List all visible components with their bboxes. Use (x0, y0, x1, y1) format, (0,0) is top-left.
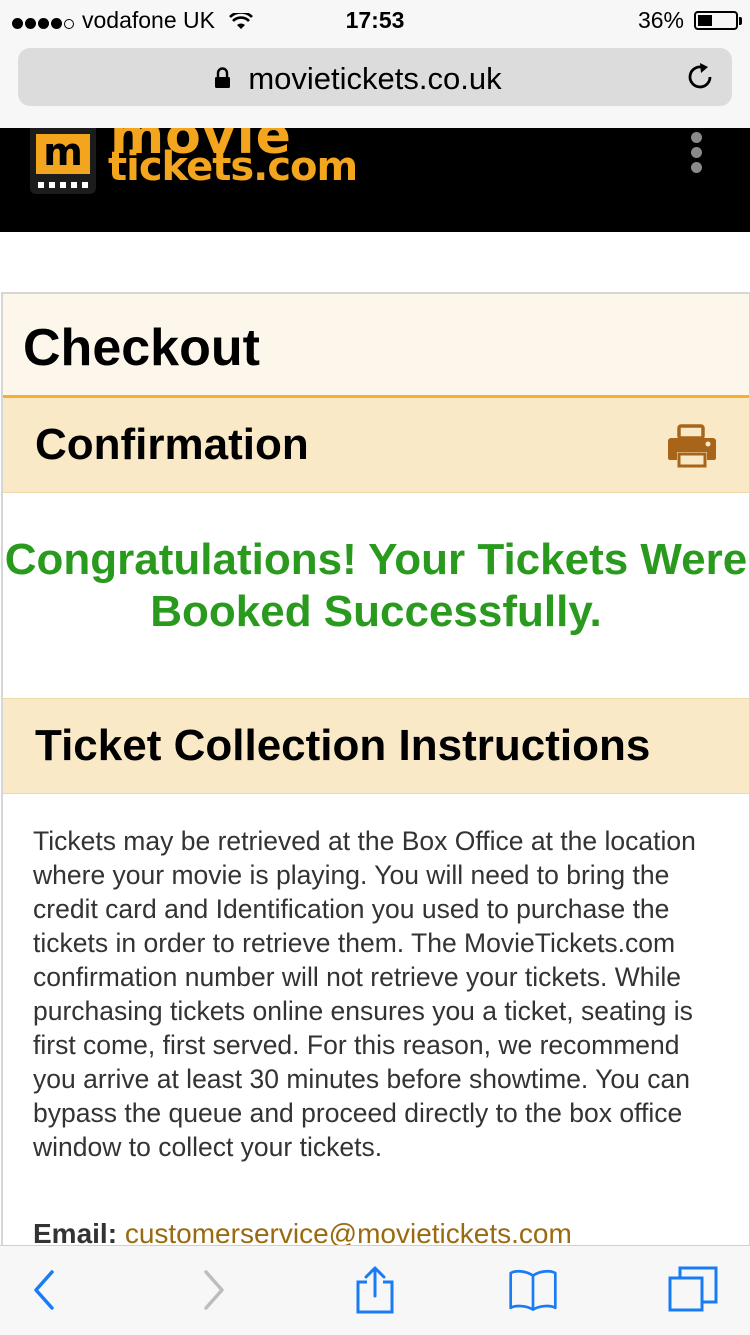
address-bar[interactable]: movietickets.co.uk (18, 48, 732, 106)
tabs-icon[interactable] (668, 1266, 718, 1314)
logo-mark: m (30, 128, 96, 194)
site-header: m movie tickets.com (0, 128, 750, 232)
confirmation-header: Confirmation (3, 398, 749, 493)
back-icon[interactable] (22, 1266, 72, 1314)
confirmation-title: Confirmation (35, 420, 309, 469)
forward-icon[interactable] (188, 1266, 238, 1314)
success-message: Congratulations! Your Tickets Were Booke… (4, 535, 748, 636)
status-bar: vodafone UK 17:53 36% (0, 0, 750, 42)
bookmarks-icon[interactable] (508, 1266, 558, 1314)
battery-percentage: 36% (637, 7, 684, 33)
film-strip-icon (38, 182, 88, 188)
reload-icon[interactable] (686, 62, 716, 92)
logo-text-bottom: tickets.com (108, 144, 358, 190)
checkout-panel: Checkout Confirmation Congratulations! Y… (1, 292, 750, 1294)
url-text: movietickets.co.uk (248, 61, 502, 96)
logo-letter: m (36, 133, 90, 174)
share-icon[interactable] (350, 1266, 400, 1314)
more-options-icon[interactable] (682, 128, 710, 178)
page-title: Checkout (23, 319, 260, 377)
collection-title: Ticket Collection Instructions (35, 721, 651, 770)
collection-header: Ticket Collection Instructions (3, 698, 749, 794)
browser-toolbar (0, 1245, 750, 1335)
print-icon[interactable] (667, 424, 717, 468)
collection-instructions: Tickets may be retrieved at the Box Offi… (33, 826, 696, 1162)
checkout-header: Checkout (3, 294, 749, 398)
battery-icon (694, 11, 742, 30)
browser-address-area: movietickets.co.uk (0, 42, 750, 129)
